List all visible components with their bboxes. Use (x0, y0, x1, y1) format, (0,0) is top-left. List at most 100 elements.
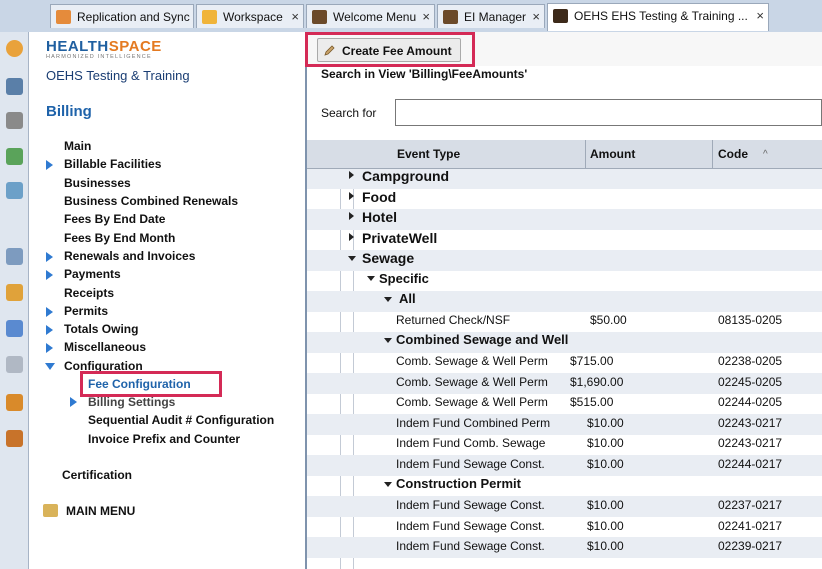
expand-icon[interactable] (349, 192, 354, 200)
row-code: 02245-0205 (718, 375, 783, 389)
search-input[interactable] (395, 99, 822, 126)
column-header-code[interactable]: Code (718, 147, 748, 161)
grid-icon[interactable] (6, 248, 23, 265)
sidebar-item-payments[interactable]: Payments (64, 266, 121, 282)
report-icon[interactable] (6, 320, 23, 337)
group-row-hotel[interactable]: Hotel (362, 207, 397, 227)
expand-icon[interactable] (70, 397, 77, 407)
logo-accent-text: SPACE (108, 38, 162, 55)
column-header-event-type[interactable]: Event Type (397, 147, 460, 161)
row-event-type[interactable]: Indem Fund Combined Perm (396, 413, 550, 433)
sidebar-item-totals-owing[interactable]: Totals Owing (64, 321, 138, 337)
sidebar-item-billable-facilities[interactable]: Billable Facilities (64, 156, 161, 172)
facility-icon[interactable] (6, 430, 23, 447)
row-code: 08135-0205 (718, 313, 783, 327)
row-event-type[interactable]: Indem Fund Comb. Sewage (396, 433, 545, 453)
row-event-type[interactable]: Comb. Sewage & Well Perm (396, 351, 548, 371)
close-icon[interactable]: × (291, 5, 299, 28)
expand-icon[interactable] (46, 160, 53, 170)
fee-amounts-grid: Event Type Amount Code ^ Campground Food… (307, 140, 822, 569)
main-menu-link[interactable]: MAIN MENU (66, 503, 135, 519)
sidebar-item-receipts[interactable]: Receipts (64, 285, 114, 301)
sidebar: HEALTHSPACE HARMONIZED INTELLIGENCE OEHS… (29, 32, 307, 569)
sidebar-item-sequential-audit-configuration[interactable]: Sequential Audit # Configuration (88, 412, 274, 428)
row-code: 02243-0217 (718, 416, 783, 430)
group-row-construction-permit[interactable]: Construction Permit (396, 474, 521, 494)
map-icon[interactable] (6, 284, 23, 301)
expand-icon[interactable] (46, 270, 53, 280)
section-title: Billing (46, 103, 92, 120)
tab-replication-and-sync[interactable]: Replication and Sync (50, 4, 194, 28)
folder-icon (202, 10, 217, 24)
expand-icon[interactable] (349, 171, 354, 179)
row-amount: $10.00 (587, 457, 624, 471)
home-icon[interactable] (6, 40, 23, 57)
collapse-icon[interactable] (367, 276, 375, 281)
row-event-type[interactable]: Indem Fund Sewage Const. (396, 536, 545, 556)
row-event-type[interactable]: Returned Check/NSF (396, 310, 510, 330)
building-icon[interactable] (6, 394, 23, 411)
row-amount: $10.00 (587, 539, 624, 553)
search-view-title: Search in View 'Billing\FeeAmounts' (321, 67, 528, 81)
expand-icon[interactable] (46, 343, 53, 353)
close-icon[interactable]: × (422, 5, 430, 28)
person-icon (312, 10, 327, 24)
close-icon[interactable]: × (756, 4, 764, 28)
book-icon[interactable] (6, 112, 23, 129)
sidebar-item-fees-by-end-month[interactable]: Fees By End Month (64, 230, 175, 246)
expand-icon[interactable] (46, 307, 53, 317)
row-event-type[interactable]: Indem Fund Sewage Const. (396, 495, 545, 515)
group-row-specific[interactable]: Specific (379, 269, 429, 289)
row-code: 02237-0217 (718, 498, 783, 512)
calendar-icon[interactable] (6, 78, 23, 95)
group-row-combined-sewage-and-well[interactable]: Combined Sewage and Well (396, 330, 568, 350)
sidebar-item-billing-settings[interactable]: Billing Settings (88, 394, 175, 410)
row-amount: $10.00 (587, 519, 624, 533)
group-row-food[interactable]: Food (362, 187, 396, 207)
tab-ei-manager[interactable]: EI Manager × (437, 4, 545, 28)
row-code: 02244-0217 (718, 457, 783, 471)
tab-workspace[interactable]: Workspace × (196, 4, 304, 28)
group-row-all[interactable]: All (399, 289, 416, 309)
collapse-icon[interactable] (348, 256, 356, 261)
expand-icon[interactable] (349, 233, 354, 241)
close-icon[interactable]: × (532, 5, 540, 28)
row-event-type[interactable]: Indem Fund Sewage Const. (396, 516, 545, 536)
replication-icon (56, 10, 71, 24)
sidebar-item-business-combined-renewals[interactable]: Business Combined Renewals (64, 193, 238, 209)
expand-icon[interactable] (46, 252, 53, 262)
row-code: 02244-0205 (718, 395, 783, 409)
collapse-icon[interactable] (384, 482, 392, 487)
sidebar-item-invoice-prefix-and-counter[interactable]: Invoice Prefix and Counter (88, 431, 240, 447)
sidebar-item-renewals-and-invoices[interactable]: Renewals and Invoices (64, 248, 195, 264)
organization-name: OEHS Testing & Training (46, 68, 190, 83)
row-amount: $10.00 (587, 416, 624, 430)
row-amount: $10.00 (587, 498, 624, 512)
row-event-type[interactable]: Comb. Sewage & Well Perm (396, 392, 548, 412)
settings-icon[interactable] (6, 356, 23, 373)
search-label: Search for (321, 106, 377, 120)
sidebar-item-main[interactable]: Main (64, 138, 91, 154)
sidebar-item-certification[interactable]: Certification (62, 467, 132, 483)
column-header-amount[interactable]: Amount (590, 147, 635, 161)
tab-welcome-menu[interactable]: Welcome Menu × (306, 4, 435, 28)
sidebar-item-permits[interactable]: Permits (64, 303, 108, 319)
group-row-sewage[interactable]: Sewage (362, 248, 414, 268)
row-amount: $715.00 (570, 354, 614, 368)
collapse-icon[interactable] (384, 297, 392, 302)
sidebar-item-miscellaneous[interactable]: Miscellaneous (64, 339, 146, 355)
collapse-icon[interactable] (384, 338, 392, 343)
sidebar-item-fees-by-end-date[interactable]: Fees By End Date (64, 211, 165, 227)
row-code: 02238-0205 (718, 354, 783, 368)
group-row-campground[interactable]: Campground (362, 166, 449, 186)
row-event-type[interactable]: Indem Fund Sewage Const. (396, 454, 545, 474)
collapse-icon[interactable] (45, 363, 55, 370)
document-icon[interactable] (6, 182, 23, 199)
tab-oehs-ehs-testing[interactable]: OEHS EHS Testing & Training ... × (547, 3, 769, 31)
sidebar-item-businesses[interactable]: Businesses (64, 175, 131, 191)
checklist-icon[interactable] (6, 148, 23, 165)
expand-icon[interactable] (349, 212, 354, 220)
row-event-type[interactable]: Comb. Sewage & Well Perm (396, 372, 548, 392)
expand-icon[interactable] (46, 325, 53, 335)
group-row-privatewell[interactable]: PrivateWell (362, 228, 437, 248)
